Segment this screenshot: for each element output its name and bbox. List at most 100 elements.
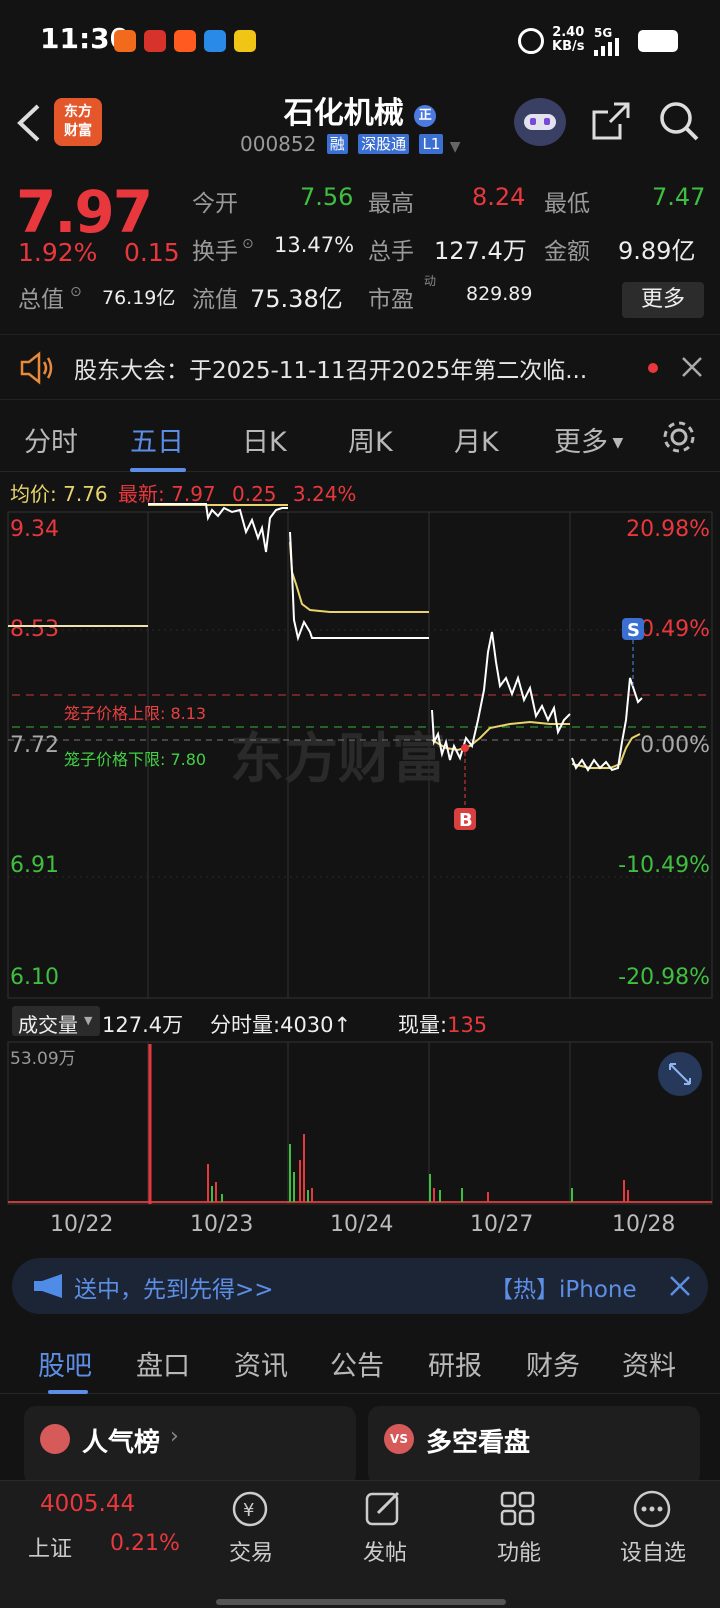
- pe-label: 市盈: [368, 287, 414, 313]
- close-icon[interactable]: [680, 355, 704, 379]
- network-speed-unit: KB/s: [552, 39, 585, 54]
- high-value: 8.24: [472, 183, 526, 211]
- info-icon[interactable]: ⊙: [70, 284, 82, 300]
- tab-profile[interactable]: 资料: [622, 1344, 676, 1383]
- battery-icon: [638, 30, 678, 52]
- tab-announcements[interactable]: 公告: [330, 1344, 384, 1383]
- tab-financials[interactable]: 财务: [526, 1344, 580, 1383]
- app-notification-icon: [234, 30, 256, 52]
- tab-more[interactable]: 更多 ▼: [554, 420, 623, 459]
- network-speed: 2.40: [552, 25, 585, 40]
- turnover-label: 换手: [192, 239, 238, 265]
- versus-icon: VS: [384, 1424, 414, 1454]
- status-bar: 11:30 2.40 KB/s 5G: [0, 0, 720, 84]
- megaphone-icon: [34, 1274, 62, 1298]
- nav-trade[interactable]: 交易: [226, 1535, 276, 1567]
- x-date-label: 10/27: [470, 1212, 534, 1237]
- promo-banner[interactable]: 送中，先到先得>> 【热】iPhone: [12, 1258, 708, 1314]
- tab-news[interactable]: 资讯: [234, 1344, 288, 1383]
- more-dots-icon[interactable]: [632, 1489, 672, 1529]
- tab-forum[interactable]: 股吧: [38, 1344, 92, 1383]
- low-label: 最低: [544, 191, 590, 217]
- index-percent[interactable]: 0.21%: [110, 1531, 180, 1556]
- popularity-card-title: 人气榜: [82, 1428, 161, 1458]
- nav-features[interactable]: 功能: [494, 1535, 544, 1567]
- volume-max-label: 53.09万: [10, 1049, 76, 1069]
- five-day-price-chart[interactable]: 东方财富 笼子价格上限: 8.13 笼子价格下限: 7.80 9.34 8.53…: [0, 502, 720, 1002]
- chart-period-tabs: 分时 五日 日K 周K 月K 更多 ▼: [0, 404, 720, 472]
- notice-bar[interactable]: 股东大会：于2025-11-11召开2025年第二次临...: [0, 334, 720, 400]
- index-value[interactable]: 4005.44: [40, 1491, 135, 1517]
- info-icon[interactable]: ⊙: [242, 236, 254, 252]
- day3-avg-line: [289, 541, 429, 613]
- apps-grid-icon[interactable]: [498, 1489, 538, 1529]
- x-date-label: 10/24: [330, 1212, 394, 1237]
- home-indicator: [216, 1599, 506, 1605]
- tab-day-k[interactable]: 日K: [242, 420, 287, 459]
- tab-research[interactable]: 研报: [428, 1344, 482, 1383]
- nav-post[interactable]: 发帖: [360, 1535, 410, 1567]
- high-label: 最高: [368, 191, 414, 217]
- quote-panel: 7.97 1.92% 0.15 今开 7.56 最高 8.24 最低 7.47 …: [0, 168, 720, 328]
- alarm-icon: [518, 28, 544, 54]
- notice-text[interactable]: 股东大会：于2025-11-11召开2025年第二次临...: [74, 351, 587, 385]
- tab-intraday[interactable]: 分时: [24, 420, 78, 459]
- trade-yen-icon[interactable]: ¥: [230, 1489, 270, 1529]
- mktcap-value: 76.19亿: [102, 287, 176, 309]
- close-icon[interactable]: [668, 1274, 692, 1298]
- day2-price-line: [148, 503, 288, 553]
- active-tab-indicator: [130, 468, 186, 472]
- pe-superscript: 动: [424, 274, 437, 288]
- popularity-card[interactable]: 人气榜 ›: [24, 1406, 356, 1486]
- speaker-icon: [20, 351, 53, 385]
- y-left-tick: 6.10: [10, 965, 59, 990]
- share-icon[interactable]: [590, 100, 632, 142]
- day4-avg-line: [431, 720, 570, 752]
- nav-add-watchlist[interactable]: 设自选: [616, 1535, 690, 1567]
- tab-month-k[interactable]: 月K: [454, 420, 499, 459]
- app-notification-icon: [144, 30, 166, 52]
- signal-icon: [594, 38, 619, 56]
- change-amount: 0.15: [124, 238, 180, 267]
- day4-price-line: [431, 631, 571, 761]
- robot-assistant-icon[interactable]: [514, 98, 566, 146]
- tab-week-k[interactable]: 周K: [348, 420, 393, 459]
- bull-bear-card[interactable]: VS 多空看盘: [368, 1406, 700, 1486]
- change-percent: 1.92%: [18, 238, 98, 267]
- stock-code: 000852: [240, 132, 317, 156]
- cage-upper-label: 笼子价格上限: 8.13: [64, 704, 206, 723]
- watermark-text: 东方财富: [230, 727, 446, 790]
- app-notification-icon: [204, 30, 226, 52]
- tag-margin: 融: [326, 134, 348, 154]
- day5-price-line: [571, 677, 643, 772]
- svg-text:¥: ¥: [243, 1500, 254, 1521]
- open-label: 今开: [192, 191, 238, 217]
- ranking-icon: [40, 1424, 70, 1454]
- bull-bear-card-title: 多空看盘: [426, 1428, 531, 1458]
- app-notification-icon: [174, 30, 196, 52]
- volume-indicator-selector[interactable]: 成交量 ▼: [12, 1006, 100, 1037]
- volume-label: 总手: [368, 239, 414, 265]
- expand-chevron-icon[interactable]: ▼: [450, 139, 461, 155]
- volume-chart[interactable]: 53.09万: [0, 1040, 720, 1210]
- x-date-label: 10/23: [190, 1212, 254, 1237]
- buy-marker-label: B: [459, 810, 473, 831]
- tab-order-book[interactable]: 盘口: [136, 1344, 190, 1383]
- banner-text: 送中，先到先得>>: [74, 1277, 274, 1303]
- y-left-tick: 9.34: [10, 517, 59, 542]
- y-left-tick: 7.72: [10, 733, 59, 758]
- float-label: 流值: [192, 287, 238, 313]
- current-price: 7.97: [16, 178, 153, 246]
- app-notification-icon: [114, 30, 136, 52]
- search-icon[interactable]: [658, 100, 700, 142]
- index-name[interactable]: 上证: [28, 1531, 72, 1563]
- bottom-navigation: 4005.44 上证 0.21% ¥ 交易 发帖 功能 设自选: [0, 1480, 720, 1608]
- tab-five-day[interactable]: 五日: [130, 420, 184, 459]
- tag-level: L1: [419, 134, 444, 154]
- float-value: 75.38亿: [250, 285, 343, 313]
- cage-lower-label: 笼子价格下限: 7.80: [64, 750, 206, 769]
- compose-icon[interactable]: [364, 1489, 404, 1529]
- x-date-label: 10/28: [612, 1212, 676, 1237]
- more-quote-button[interactable]: 更多: [622, 282, 704, 318]
- settings-gear-icon[interactable]: [660, 418, 698, 456]
